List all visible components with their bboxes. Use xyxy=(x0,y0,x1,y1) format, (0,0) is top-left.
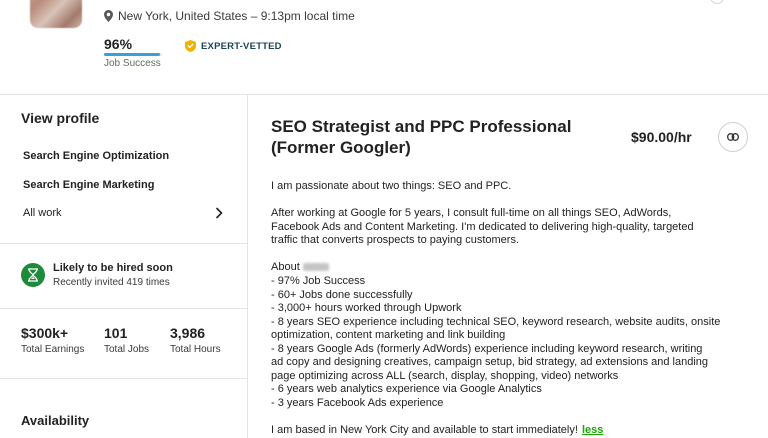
stat-total-jobs-label: Total Jobs xyxy=(104,344,150,355)
bullet-line: - 3,000+ hours worked through Upwork xyxy=(271,302,462,314)
description-paragraph: After working at Google for 5 years, I c… xyxy=(271,207,694,248)
description-closing: I am based in New York City and availabl… xyxy=(271,424,603,438)
less-link[interactable]: less xyxy=(582,424,603,436)
closing-text: I am based in New York City and availabl… xyxy=(271,424,578,436)
header-divider xyxy=(0,94,768,95)
bullet-line: optimization, content marketing and link… xyxy=(271,329,506,341)
bullet-line: page optimizing across ALL (search, disp… xyxy=(271,369,619,382)
copy-link-button[interactable] xyxy=(718,122,748,152)
location-pin-icon xyxy=(104,10,113,22)
sidebar-item-label: All work xyxy=(23,207,62,219)
bullet-line: - 8 years SEO experience including techn… xyxy=(271,315,721,328)
description-bullets: - 97% Job Success - 60+ Jobs done succes… xyxy=(271,275,720,410)
sidebar-divider xyxy=(0,308,247,309)
bullet-line: - 97% Job Success xyxy=(271,275,366,287)
stat-total-earnings-label: Total Earnings xyxy=(21,344,85,355)
hourglass-icon xyxy=(21,263,45,287)
location-text: New York, United States – 9:13pm local t… xyxy=(118,9,355,23)
bullet-line: - 60+ Jobs done successfully xyxy=(271,288,413,301)
stat-total-hours-label: Total Hours xyxy=(170,344,221,355)
expert-vetted-badge: EXPERT-VETTED xyxy=(185,40,282,52)
shield-badge-icon xyxy=(185,40,196,52)
view-profile-heading: View profile xyxy=(21,110,100,126)
description-intro: I am passionate about two things: SEO an… xyxy=(271,180,512,192)
bullet-line: - 3 years Facebook Ads experience xyxy=(271,396,444,409)
stat-total-jobs-value: 101 xyxy=(104,325,128,341)
hired-status-subtitle: Recently invited 419 times xyxy=(53,277,170,288)
availability-heading: Availability xyxy=(21,413,90,428)
job-success-value: 96% xyxy=(104,36,133,52)
job-success-label: Job Success xyxy=(104,58,161,69)
profile-title-line2: (Former Googler) xyxy=(271,138,411,157)
stat-total-hours-value: 3,986 xyxy=(170,325,206,341)
job-success-bar-fill xyxy=(104,53,160,56)
sidebar-item-seo[interactable]: Search Engine Optimization xyxy=(23,150,169,162)
sidebar-item-sem[interactable]: Search Engine Marketing xyxy=(23,179,154,191)
bullet-line: - 8 years Google Ads (formerly AdWords) … xyxy=(271,342,703,355)
sidebar-item-all-work[interactable]: All work xyxy=(23,207,223,219)
hired-status-title: Likely to be hired soon xyxy=(53,262,173,274)
profile-title-line1: SEO Strategist and PPC Professional xyxy=(271,117,572,136)
stat-total-earnings-value: $300k+ xyxy=(21,325,69,341)
description-line: After working at Google for 5 years, I c… xyxy=(271,207,672,219)
redacted-name xyxy=(302,263,329,272)
link-icon xyxy=(727,133,739,141)
description-line: traffic that converts prospects to payin… xyxy=(271,234,520,246)
about-label-line: About xyxy=(271,261,329,275)
profile-title: SEO Strategist and PPC Professional (For… xyxy=(271,116,611,158)
avatar[interactable] xyxy=(30,0,82,28)
badge-label: EXPERT-VETTED xyxy=(201,40,282,52)
location: New York, United States – 9:13pm local t… xyxy=(104,9,355,23)
sidebar-divider xyxy=(0,243,247,244)
bullet-line: - 6 years web analytics experience via G… xyxy=(271,383,542,395)
bullet-line: ad copy and designing creatives, campaig… xyxy=(271,356,709,368)
about-label: About xyxy=(271,261,300,273)
chevron-right-icon xyxy=(215,207,223,219)
column-divider xyxy=(247,94,248,438)
hourly-rate: $90.00/hr xyxy=(631,129,692,145)
top-right-button[interactable] xyxy=(710,0,724,4)
sidebar-divider xyxy=(0,378,247,379)
job-success-bar xyxy=(104,53,162,56)
description-line: Facebook Ads and Content Marketing. I'm … xyxy=(271,220,694,233)
